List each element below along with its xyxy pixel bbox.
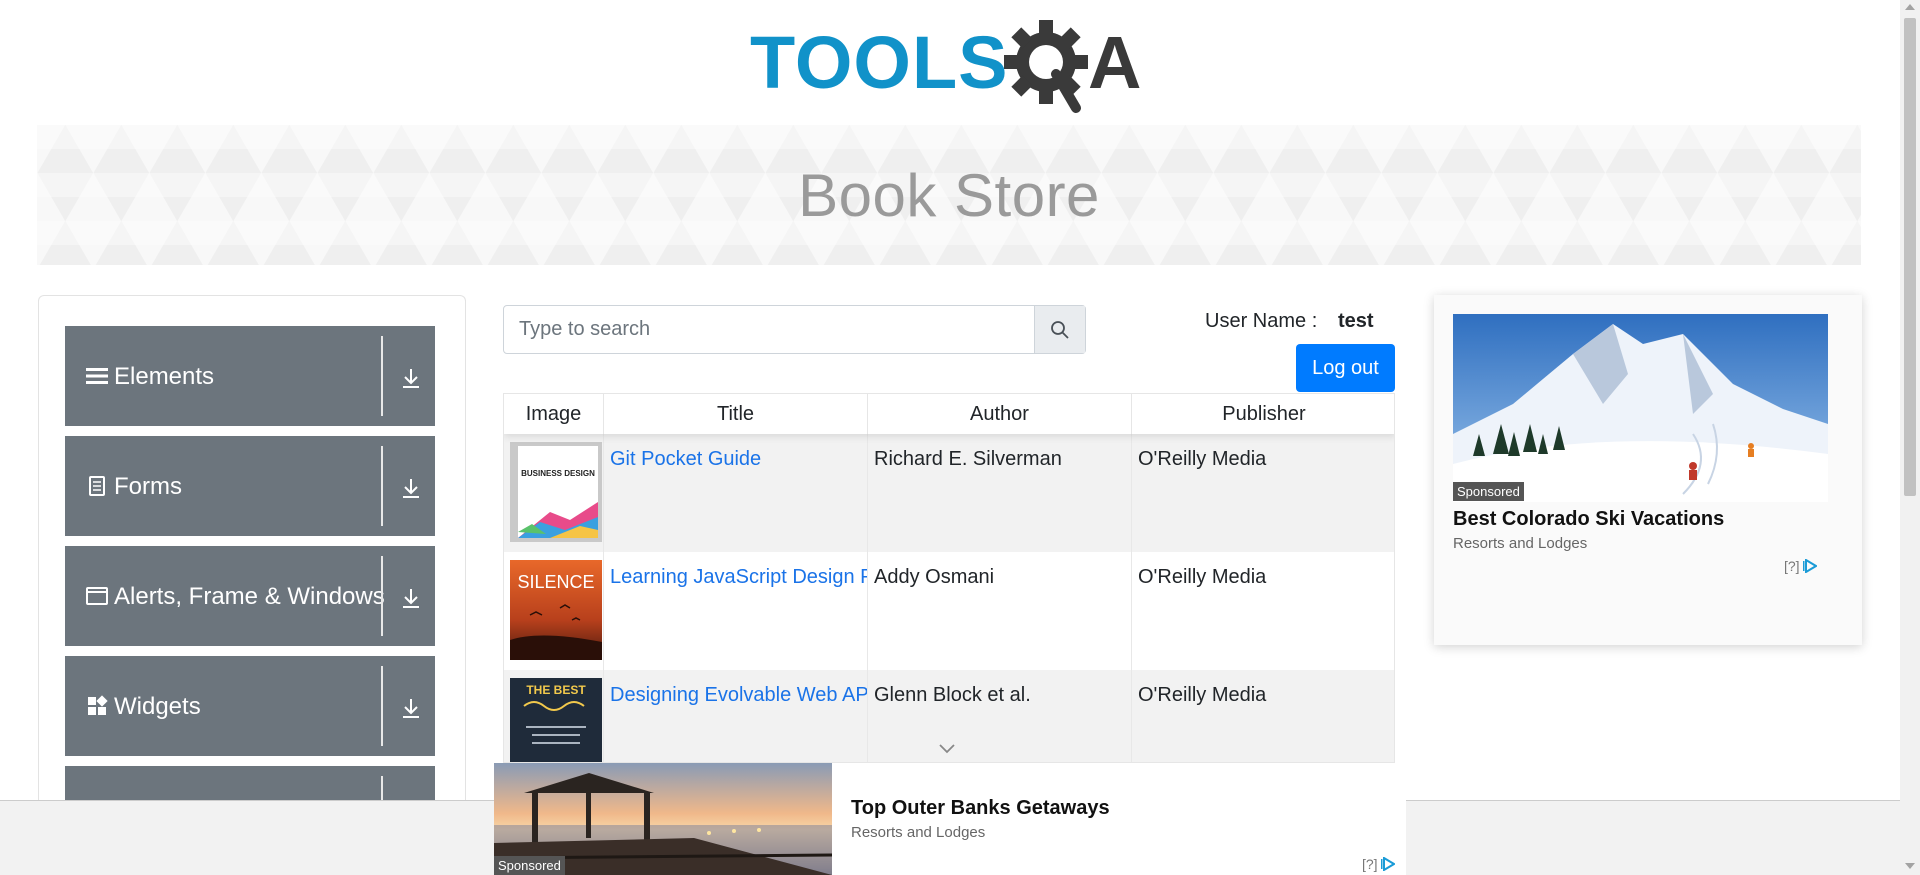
column-header-title[interactable]: Title bbox=[604, 394, 868, 434]
scroll-up-arrow-icon[interactable] bbox=[1905, 4, 1915, 10]
sidebar-group-widgets[interactable]: Widgets bbox=[65, 656, 435, 756]
divider bbox=[381, 666, 383, 746]
ad-choices-label: [?] bbox=[1784, 558, 1800, 574]
book-publisher: O'Reilly Media bbox=[1138, 684, 1267, 706]
sidebar-group-alerts-frame-windows[interactable]: Alerts, Frame & Windows bbox=[65, 546, 435, 646]
document-icon bbox=[89, 476, 105, 496]
table-cell-image: BUSINESS DESIGN bbox=[504, 434, 604, 552]
user-name-label: User Name : bbox=[1205, 310, 1318, 332]
divider bbox=[381, 556, 383, 636]
table-header: Image Title Author Publisher bbox=[504, 394, 1394, 434]
table-cell-publisher: O'Reilly Media bbox=[1132, 670, 1394, 762]
scroll-down-arrow-icon[interactable] bbox=[1905, 863, 1915, 869]
sponsored-badge: Sponsored bbox=[494, 856, 565, 875]
book-cover-image: SILENCE bbox=[510, 560, 602, 660]
table-row: SILENCE Learning JavaScript Design Patte… bbox=[504, 552, 1394, 670]
ad-subtitle: Resorts and Lodges bbox=[1453, 535, 1588, 552]
page-scrollbar[interactable] bbox=[1900, 0, 1920, 875]
download-arrow-icon[interactable] bbox=[399, 476, 423, 500]
sidebar-group-label: Forms bbox=[114, 473, 182, 500]
table-cell-author: Glenn Block et al. bbox=[868, 670, 1132, 762]
book-title-link[interactable]: Learning JavaScript Design Patterns bbox=[610, 566, 867, 589]
ad-image-ski bbox=[1453, 314, 1828, 502]
search-icon bbox=[1051, 320, 1069, 339]
chevron-down-icon[interactable] bbox=[938, 743, 956, 755]
book-author: Glenn Block et al. bbox=[874, 684, 1031, 706]
divider bbox=[381, 446, 383, 526]
table-row: BUSINESS DESIGN Git Pocket Guide Richard… bbox=[504, 434, 1394, 552]
table-cell-author: Addy Osmani bbox=[868, 552, 1132, 670]
right-advertisement[interactable]: Sponsored Best Colorado Ski Vacations Re… bbox=[1434, 295, 1862, 645]
download-arrow-icon[interactable] bbox=[399, 366, 423, 390]
adchoices-icon bbox=[1802, 559, 1817, 573]
table-cell-title: Git Pocket Guide bbox=[604, 434, 868, 552]
divider bbox=[381, 336, 383, 416]
sponsored-badge: Sponsored bbox=[1453, 482, 1524, 501]
book-title-link[interactable]: Git Pocket Guide bbox=[610, 448, 761, 471]
download-arrow-icon[interactable] bbox=[399, 696, 423, 720]
sidebar-group-label: Elements bbox=[114, 363, 215, 390]
book-publisher: O'Reilly Media bbox=[1138, 566, 1267, 588]
window-icon bbox=[86, 587, 108, 605]
logo-text-a: A bbox=[1088, 21, 1141, 104]
search-input[interactable] bbox=[504, 306, 1034, 353]
page-banner: Book Store bbox=[37, 125, 1861, 265]
table-cell-publisher: O'Reilly Media bbox=[1132, 434, 1394, 552]
ad-choices[interactable]: [?] bbox=[1362, 856, 1395, 872]
book-publisher: O'Reilly Media bbox=[1138, 448, 1267, 470]
cover-text: BUSINESS DESIGN bbox=[521, 469, 595, 478]
ad-choices[interactable]: [?] bbox=[1784, 558, 1817, 574]
table-cell-publisher: O'Reilly Media bbox=[1132, 552, 1394, 670]
gear-icon bbox=[1004, 20, 1088, 113]
page: TOOLS A Book Store Elements Forms Alerts… bbox=[0, 0, 1920, 875]
cover-text: SILENCE bbox=[517, 572, 594, 592]
ad-subtitle: Resorts and Lodges bbox=[851, 824, 986, 841]
download-arrow-icon[interactable] bbox=[399, 586, 423, 610]
book-author: Richard E. Silverman bbox=[874, 448, 1062, 470]
page-title: Book Store bbox=[798, 161, 1100, 229]
sidebar: Elements Forms Alerts, Frame & Windows W… bbox=[38, 295, 466, 815]
ad-headline[interactable]: Top Outer Banks Getaways bbox=[851, 797, 1110, 820]
column-header-image[interactable]: Image bbox=[504, 394, 604, 434]
search-button[interactable] bbox=[1034, 306, 1085, 353]
adchoices-icon bbox=[1380, 857, 1395, 871]
column-header-publisher[interactable]: Publisher bbox=[1132, 394, 1394, 434]
table-cell-author: Richard E. Silverman bbox=[868, 434, 1132, 552]
table-cell-image: THE BEST bbox=[504, 670, 604, 762]
logo-text-tools: TOOLS bbox=[750, 21, 1009, 104]
sidebar-group-elements[interactable]: Elements bbox=[65, 326, 435, 426]
cover-text: THE BEST bbox=[526, 683, 586, 697]
table-cell-image: SILENCE bbox=[504, 552, 604, 670]
widgets-grid-icon bbox=[88, 695, 108, 715]
table-cell-title: Designing Evolvable Web APIs with ASP.NE… bbox=[604, 670, 868, 762]
toolsqa-logo[interactable]: TOOLS A bbox=[750, 18, 1155, 114]
ad-choices-label: [?] bbox=[1362, 856, 1378, 872]
bottom-advertisement[interactable]: Sponsored Top Outer Banks Getaways Resor… bbox=[494, 763, 1406, 875]
table-cell-title: Learning JavaScript Design Patterns bbox=[604, 552, 868, 670]
book-title-link[interactable]: Designing Evolvable Web APIs with ASP.NE… bbox=[610, 684, 867, 707]
ad-headline[interactable]: Best Colorado Ski Vacations bbox=[1453, 508, 1724, 531]
books-table: Image Title Author Publisher BUSINESS DE… bbox=[503, 393, 1395, 763]
scrollbar-thumb[interactable] bbox=[1904, 18, 1916, 496]
menu-lines-icon bbox=[86, 368, 108, 384]
sidebar-group-forms[interactable]: Forms bbox=[65, 436, 435, 536]
search-box bbox=[503, 305, 1086, 354]
user-name-value: test bbox=[1338, 310, 1374, 332]
logout-button[interactable]: Log out bbox=[1296, 344, 1395, 392]
sidebar-group-label: Alerts, Frame & Windows bbox=[114, 583, 385, 610]
book-cover-image: BUSINESS DESIGN bbox=[510, 442, 602, 542]
sidebar-group-label: Widgets bbox=[114, 693, 201, 720]
column-header-author[interactable]: Author bbox=[868, 394, 1132, 434]
book-cover-image: THE BEST bbox=[510, 678, 602, 762]
book-author: Addy Osmani bbox=[874, 566, 995, 588]
